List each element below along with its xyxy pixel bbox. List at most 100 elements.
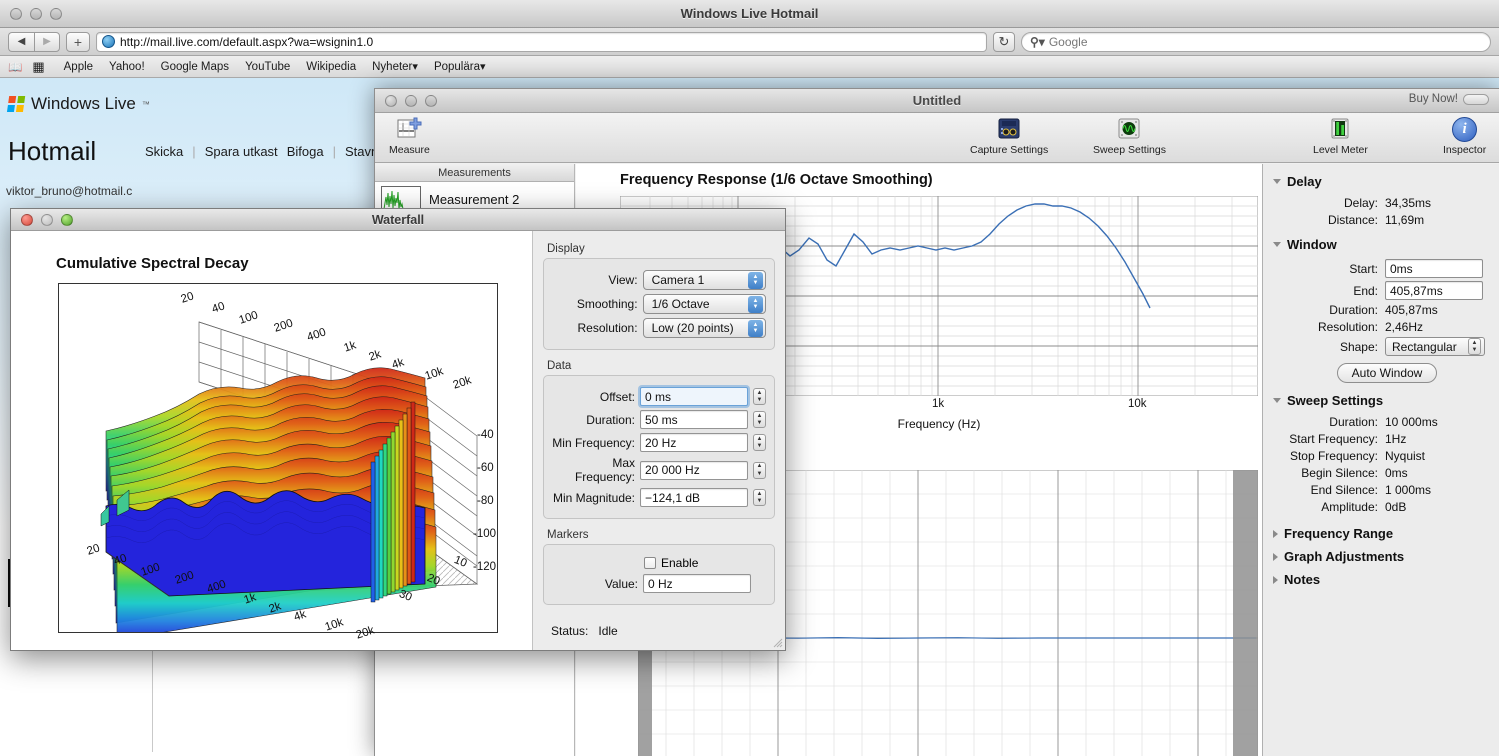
- min-frequency-stepper[interactable]: ▲ ▼: [753, 434, 766, 451]
- resolution-select[interactable]: Low (20 points) ▲ ▼: [642, 318, 766, 338]
- wf-db-tick-40: -40: [477, 429, 494, 441]
- duration-stepper[interactable]: ▲ ▼: [753, 411, 766, 428]
- max-frequency-input[interactable]: 20 000 Hz: [640, 460, 748, 480]
- window-controls[interactable]: [10, 7, 62, 20]
- disclosure-triangle-icon[interactable]: [1273, 179, 1281, 184]
- markers-group-label: Markers: [547, 529, 589, 541]
- waterfall-titlebar[interactable]: Waterfall: [11, 209, 785, 231]
- buy-now-control[interactable]: Buy Now!: [1409, 93, 1489, 105]
- disclosure-triangle-icon[interactable]: [1273, 529, 1278, 538]
- bookmark-populara[interactable]: Populära▾: [434, 60, 486, 73]
- stepper-icon[interactable]: ▲ ▼: [748, 319, 763, 337]
- min-magnitude-input[interactable]: −124,1 dB: [640, 488, 748, 507]
- bookmark-apple[interactable]: Apple: [64, 61, 93, 73]
- display-group-label: Display: [547, 243, 585, 255]
- disclosure-triangle-icon[interactable]: [1273, 242, 1281, 247]
- disclosure-triangle-icon[interactable]: [1273, 398, 1281, 403]
- level-meter-label: Level Meter: [1313, 144, 1368, 156]
- offset-input[interactable]: 0 ms: [640, 387, 748, 406]
- bookmark-yahoo[interactable]: Yahoo!: [109, 61, 145, 73]
- smoothing-select[interactable]: 1/6 Octave ▲ ▼: [642, 294, 766, 314]
- resolution-row: Resolution: Low (20 points) ▲ ▼: [552, 318, 766, 338]
- disclosure-triangle-icon[interactable]: [1273, 575, 1278, 584]
- window-shape-value: Rectangular: [1392, 339, 1457, 354]
- search-placeholder: Google: [1048, 34, 1088, 49]
- toolbar-measure[interactable]: Measure: [389, 116, 430, 156]
- top-sites-icon[interactable]: ▦: [32, 59, 44, 75]
- max-frequency-stepper[interactable]: ▲ ▼: [753, 461, 766, 479]
- sweep-settings-icon: [1116, 116, 1142, 142]
- sweep-begin-silence-row: Begin Silence: 0ms: [1263, 466, 1499, 480]
- markers-enable-label: Enable: [661, 556, 699, 570]
- auto-window-button[interactable]: Auto Window: [1336, 363, 1438, 383]
- view-label: View:: [608, 273, 638, 287]
- status-value: Idle: [598, 624, 618, 638]
- safari-titlebar[interactable]: Windows Live Hotmail: [0, 0, 1499, 28]
- min-frequency-input[interactable]: 20 Hz: [640, 433, 748, 452]
- view-select[interactable]: Camera 1 ▲ ▼: [642, 270, 766, 290]
- account-email: viktor_bruno@hotmail.c: [6, 184, 133, 198]
- close-button[interactable]: [10, 7, 22, 20]
- markers-enable-checkbox[interactable]: [644, 557, 656, 569]
- toolbar-capture-settings[interactable]: Capture Settings: [970, 116, 1048, 156]
- stepper-icon[interactable]: ▲ ▼: [1468, 338, 1481, 355]
- nav-skicka[interactable]: Skicka: [145, 144, 183, 159]
- resize-grip-icon[interactable]: [771, 636, 783, 648]
- inspector-section-frequency-range[interactable]: Frequency Range: [1263, 522, 1499, 545]
- sweep-amplitude-value: 0dB: [1385, 500, 1407, 514]
- freq-xtick-1k: 1k: [932, 398, 945, 410]
- toolbar-level-meter[interactable]: Level Meter: [1313, 116, 1368, 156]
- inspector-section-window[interactable]: Window: [1263, 233, 1499, 256]
- data-group-label: Data: [547, 360, 572, 372]
- fuzz-titlebar[interactable]: Untitled Buy Now!: [375, 89, 1499, 113]
- toolbar-sweep-settings[interactable]: Sweep Settings: [1093, 116, 1166, 156]
- stepper-icon[interactable]: ▲ ▼: [748, 295, 763, 313]
- minimize-button[interactable]: [30, 7, 42, 20]
- duration-input[interactable]: 50 ms: [640, 410, 748, 429]
- zoom-button[interactable]: [50, 7, 62, 20]
- disclosure-triangle-icon[interactable]: [1273, 552, 1278, 561]
- duration-row: Duration: 50 ms ▲ ▼: [552, 410, 766, 429]
- bookmark-google-maps[interactable]: Google Maps: [161, 61, 229, 73]
- inspector-section-graph-adjustments[interactable]: Graph Adjustments: [1263, 545, 1499, 568]
- window-section-title: Window: [1287, 237, 1337, 252]
- inspector-section-delay[interactable]: Delay: [1263, 170, 1499, 193]
- search-input[interactable]: ⚲▾ Google: [1021, 31, 1491, 52]
- inspector-section-sweep[interactable]: Sweep Settings: [1263, 389, 1499, 412]
- window-duration-row: Duration: 405,87ms: [1263, 303, 1499, 317]
- distance-row: Distance: 11,69m: [1263, 213, 1499, 227]
- windows-live-logo: Windows Live ™: [6, 94, 150, 114]
- bookmark-nyheter[interactable]: Nyheter▾: [372, 60, 418, 73]
- window-shape-select[interactable]: Rectangular ▲ ▼: [1385, 337, 1485, 356]
- forward-button[interactable]: ▶: [34, 31, 60, 52]
- offset-stepper[interactable]: ▲ ▼: [753, 388, 766, 405]
- fuzz-window-title: Untitled: [912, 93, 962, 108]
- toolbar-inspector[interactable]: i Inspector: [1443, 116, 1486, 156]
- address-bar[interactable]: http://mail.live.com/default.aspx?wa=wsi…: [96, 31, 987, 52]
- sweep-stop-frequency-label: Stop Frequency:: [1289, 449, 1378, 463]
- nav-spara-utkast[interactable]: Spara utkast: [205, 144, 278, 159]
- sweep-stop-frequency-row: Stop Frequency: Nyquist: [1263, 449, 1499, 463]
- data-group: Offset: 0 ms ▲ ▼ Duration: 50 ms ▲ ▼ Min F…: [543, 375, 775, 519]
- sweep-stop-frequency-value: Nyquist: [1385, 449, 1426, 463]
- page-title: Hotmail: [8, 136, 97, 166]
- min-magnitude-stepper[interactable]: ▲ ▼: [753, 489, 766, 506]
- nav-bifoga[interactable]: Bifoga: [287, 144, 324, 159]
- delay-value: 34,35ms: [1385, 196, 1432, 210]
- capture-settings-label: Capture Settings: [970, 144, 1049, 156]
- bookmark-wikipedia[interactable]: Wikipedia: [306, 61, 356, 73]
- cumulative-spectral-decay-chart[interactable]: 20 40 100 200 400 1k 2k 4k 10k 20k 20 40…: [58, 283, 498, 642]
- stepper-icon[interactable]: ▲ ▼: [748, 271, 763, 289]
- reload-button[interactable]: ↻: [993, 31, 1015, 52]
- window-end-input[interactable]: 405,87ms: [1385, 281, 1483, 300]
- sweep-end-silence-row: End Silence: 1 000ms: [1263, 483, 1499, 497]
- sweep-duration-label: Duration:: [1329, 415, 1378, 429]
- new-tab-button[interactable]: +: [66, 31, 90, 52]
- markers-value-input[interactable]: 0 Hz: [643, 574, 751, 593]
- back-button[interactable]: ◀: [8, 31, 34, 52]
- window-start-input[interactable]: 0ms: [1385, 259, 1483, 278]
- show-all-bookmarks-icon[interactable]: 📖: [8, 60, 22, 74]
- inspector-section-notes[interactable]: Notes: [1263, 568, 1499, 591]
- buy-now-pill[interactable]: [1463, 93, 1489, 105]
- bookmark-youtube[interactable]: YouTube: [245, 61, 290, 73]
